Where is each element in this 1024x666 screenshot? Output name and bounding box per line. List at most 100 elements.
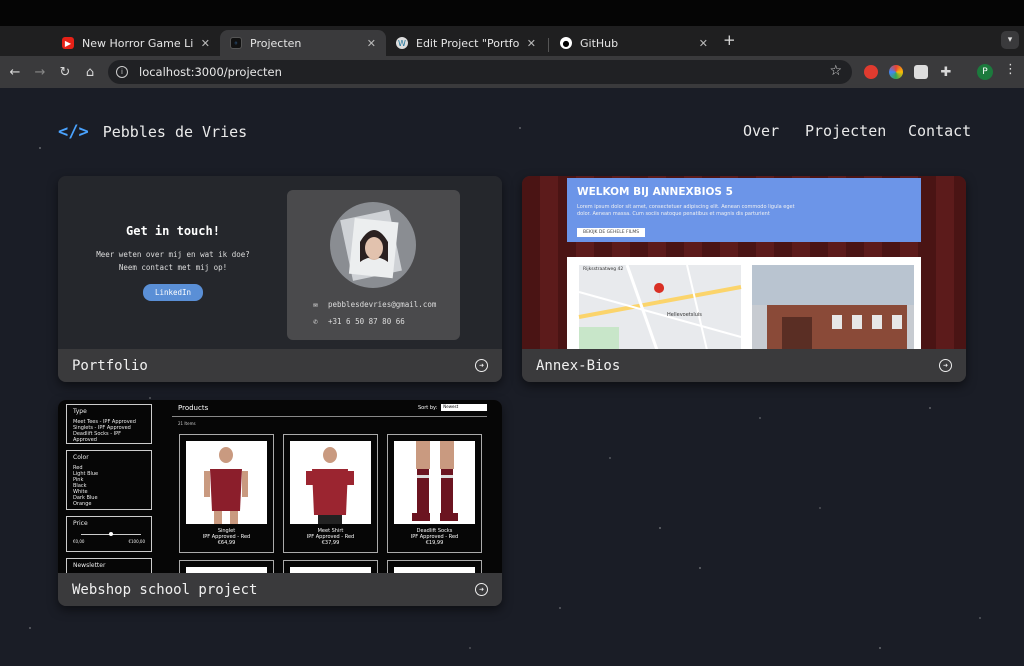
extension-red-icon[interactable] <box>864 65 878 79</box>
contact-heading: Get in touch! <box>126 223 220 238</box>
welcome-banner: WELKOM BIJ ANNEXBIOS 5 Lorem ipsum dolor… <box>567 178 921 242</box>
browser-menu-icon[interactable]: ⋮ <box>1004 62 1017 77</box>
home-icon[interactable]: ⌂ <box>80 62 100 82</box>
product-card: Singlet IPF Approved - Red €64,99 <box>179 434 274 553</box>
project-card-footer: Portfolio ➜ <box>58 349 502 382</box>
project-card-annex-bios[interactable]: WELKOM BIJ ANNEXBIOS 5 Lorem ipsum dolor… <box>522 176 966 382</box>
map-city: Hellevoetsluis <box>667 312 702 318</box>
site-icon: ◦ <box>230 37 242 49</box>
item-count: 21 Items <box>178 421 196 426</box>
arrow-right-circle-icon[interactable]: ➜ <box>475 583 488 596</box>
site-info-icon[interactable]: i <box>116 66 128 78</box>
webshop-preview: Type Meet Tees - IPF Approved Singlets -… <box>58 400 502 573</box>
sort-select: Newest <box>441 404 488 411</box>
project-card-webshop[interactable]: Type Meet Tees - IPF Approved Singlets -… <box>58 400 502 606</box>
project-preview: Get in touch! Meer weten over mij en wat… <box>58 176 502 349</box>
tab-search-button[interactable]: ▾ <box>1001 31 1019 49</box>
wordpress-icon: W <box>396 37 408 49</box>
price-max: €100,00 <box>128 539 145 544</box>
close-icon[interactable]: ✕ <box>201 37 210 50</box>
product-price: €64,99 <box>217 540 236 546</box>
product-card <box>387 560 482 573</box>
product-caption: Deadlift Socks IPF Approved - Red €19,99 <box>388 528 481 546</box>
tab-wordpress[interactable]: W Edit Project "Portfolio" ‹ portf ✕ <box>386 30 546 56</box>
project-card-portfolio[interactable]: Get in touch! Meer weten over mij en wat… <box>58 176 502 382</box>
email-text: pebblesdevries@gmail.com <box>328 300 437 309</box>
address-bar[interactable]: i localhost:3000/projecten ☆ <box>108 60 852 84</box>
tab-title: Edit Project "Portfolio" ‹ portf <box>416 36 519 50</box>
close-icon[interactable]: ✕ <box>367 37 376 50</box>
contact-intro: Get in touch! Meer weten over mij en wat… <box>58 176 288 348</box>
phone-text: +31 6 50 87 80 66 <box>328 317 405 326</box>
browser-toolbar: ← → ↻ ⌂ i localhost:3000/projecten ☆ ✚ P… <box>0 56 1024 88</box>
tab-github[interactable]: ● GitHub ✕ <box>550 30 718 56</box>
arrow-right-circle-icon[interactable]: ➜ <box>939 359 952 372</box>
phone-icon: ✆ <box>313 317 318 326</box>
tab-bar: ▶ New Horror Game Like The M ✕ ◦ Project… <box>0 26 1024 56</box>
tab-title: New Horror Game Like The M <box>82 36 193 50</box>
youtube-icon: ▶ <box>62 37 74 49</box>
back-icon[interactable]: ← <box>5 62 25 82</box>
tab-separator <box>548 38 549 52</box>
reload-icon[interactable]: ↻ <box>55 62 75 82</box>
window-top-strip <box>0 0 1024 26</box>
nav-link-projecten[interactable]: Projecten <box>805 122 886 140</box>
filter-type-title: Type <box>73 408 87 415</box>
product-price: €19,99 <box>425 540 444 546</box>
new-tab-button[interactable]: + <box>723 31 736 49</box>
price-slider <box>73 531 145 539</box>
product-caption: Singlet IPF Approved - Red €64,99 <box>180 528 273 546</box>
banner-heading: WELKOM BIJ ANNEXBIOS 5 <box>577 186 733 198</box>
newsletter-title: Newsletter <box>73 562 106 569</box>
project-title: Annex-Bios <box>536 357 621 374</box>
site-name: Pebbles de Vries <box>102 123 248 141</box>
profile-photo <box>330 202 416 288</box>
forward-icon[interactable]: → <box>30 62 50 82</box>
project-card-footer: Annex-Bios ➜ <box>522 349 966 382</box>
code-brackets-icon: </> <box>58 122 89 142</box>
filter-price-box: Price €0,00 €100,00 <box>66 516 152 552</box>
filter-type-box: Type Meet Tees - IPF Approved Singlets -… <box>66 404 152 444</box>
close-icon[interactable]: ✕ <box>699 37 708 50</box>
arrow-right-circle-icon[interactable]: ➜ <box>475 359 488 372</box>
project-card-footer: Webshop school project ➜ <box>58 573 502 606</box>
tab-youtube[interactable]: ▶ New Horror Game Like The M ✕ <box>52 30 220 56</box>
bookmark-star-icon[interactable]: ☆ <box>829 63 842 79</box>
divider <box>172 416 487 417</box>
filter-color-title: Color <box>73 454 89 461</box>
nav-link-contact[interactable]: Contact <box>908 122 971 140</box>
product-caption: Meet Shirt IPF Approved - Red €37,99 <box>284 528 377 546</box>
location-section: Rijksstraatweg 42 Hellevoetsluis <box>567 257 921 349</box>
project-title: Portfolio <box>72 357 148 374</box>
site-logo[interactable]: </> Pebbles de Vries <box>58 122 247 142</box>
mail-icon: ✉ <box>313 300 318 309</box>
product-image <box>186 441 267 524</box>
email-row: ✉ pebblesdevries@gmail.com <box>311 300 436 309</box>
tab-title: Projecten <box>250 36 302 50</box>
github-icon: ● <box>560 37 572 49</box>
tab-title: GitHub <box>580 36 619 50</box>
product-card <box>283 560 378 573</box>
close-icon[interactable]: ✕ <box>527 37 536 50</box>
filter-color-option: Orange <box>73 501 92 507</box>
tab-projecten[interactable]: ◦ Projecten ✕ <box>220 30 386 56</box>
page-content: </> Pebbles de Vries Over Projecten Cont… <box>0 88 1024 666</box>
profile-avatar[interactable]: P <box>977 64 993 80</box>
product-card <box>179 560 274 573</box>
newsletter-box: Newsletter <box>66 558 152 573</box>
nav-link-over[interactable]: Over <box>743 122 779 140</box>
contact-card: ✉ pebblesdevries@gmail.com ✆ +31 6 50 87… <box>287 190 460 340</box>
extension-k-icon[interactable] <box>914 65 928 79</box>
banner-button: BEKIJK DE GEHELE FILMS <box>577 228 646 237</box>
extensions-puzzle-icon[interactable]: ✚ <box>936 62 956 82</box>
filter-type-option: Deadlift Socks - IPF Approved <box>73 431 121 443</box>
extension-color-icon[interactable] <box>889 65 903 79</box>
product-image <box>394 441 475 524</box>
project-preview: WELKOM BIJ ANNEXBIOS 5 Lorem ipsum dolor… <box>522 176 966 349</box>
sort-control: Sort by: Newest <box>418 404 488 411</box>
filter-price-title: Price <box>73 520 88 527</box>
contact-text-2: Neem contact met mij op! <box>118 262 228 272</box>
product-price: €37,99 <box>321 540 340 546</box>
product-card: Meet Shirt IPF Approved - Red €37,99 <box>283 434 378 553</box>
map-address: Rijksstraatweg 42 <box>583 267 624 272</box>
